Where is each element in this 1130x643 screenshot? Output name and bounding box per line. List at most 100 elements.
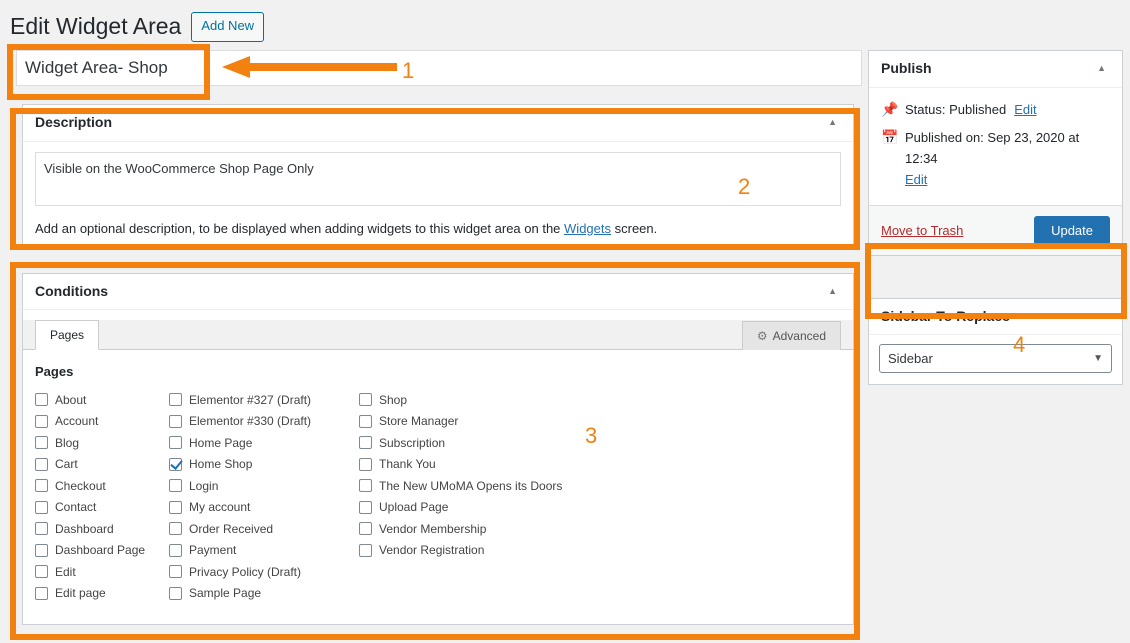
description-collapse-toggle-icon[interactable]: ▲ (824, 116, 841, 129)
description-panel-title: Description (35, 114, 113, 130)
description-panel-body: Visible on the WooCommerce Shop Page Onl… (23, 142, 853, 248)
checkbox[interactable] (169, 414, 182, 428)
list-item[interactable]: Subscription (359, 432, 562, 454)
description-panel: Description ▲ Visible on the WooCommerce… (22, 104, 854, 249)
checkbox[interactable] (359, 479, 372, 493)
list-item[interactable]: Payment (169, 540, 359, 562)
checkbox[interactable] (359, 543, 372, 557)
checkbox[interactable] (35, 565, 48, 579)
main-column: Description ▲ Visible on the WooCommerce… (0, 50, 862, 625)
conditions-tabs: Pages ⚙ Advanced (23, 319, 853, 351)
tab-pages[interactable]: Pages (35, 320, 100, 351)
edit-status-link[interactable]: Edit (1014, 100, 1036, 121)
annotation-number-4: 4 (1013, 332, 1026, 357)
list-item-label: Vendor Registration (379, 543, 485, 558)
sidebar-collapse-toggle-icon[interactable]: ▲ (1093, 310, 1110, 323)
checkbox[interactable] (35, 457, 48, 471)
conditions-panel-body: Pages ⚙ Advanced Pages About Account Blog… (23, 310, 853, 616)
description-textarea[interactable]: Visible on the WooCommerce Shop Page Onl… (35, 151, 841, 206)
list-item[interactable]: Vendor Registration (359, 540, 562, 562)
list-item-label: About (55, 392, 87, 407)
checkbox[interactable] (169, 479, 182, 493)
sidebar-to-replace-header[interactable]: Sidebar To Replace ▲ (869, 299, 1122, 336)
list-item-label: Thank You (379, 457, 436, 472)
edit-date-link[interactable]: Edit (905, 170, 1110, 191)
publish-panel-header[interactable]: Publish ▲ (869, 51, 1122, 88)
title-field-row (16, 50, 862, 86)
checkbox[interactable] (35, 414, 48, 428)
list-item[interactable]: Elementor #330 (Draft) (169, 411, 359, 433)
list-item-label: Checkout (55, 478, 106, 493)
checkbox[interactable] (35, 543, 48, 557)
list-item[interactable]: Dashboard Page (35, 540, 169, 562)
publish-status-text: Status: Published (905, 101, 1007, 117)
list-item-label: Login (189, 478, 219, 493)
list-item[interactable]: Thank You (359, 454, 562, 476)
checkbox[interactable] (359, 393, 372, 407)
list-item[interactable]: Account (35, 411, 169, 433)
conditions-tabs-left: Pages (35, 319, 100, 351)
list-item-label: Cart (55, 457, 78, 472)
checkbox[interactable] (169, 500, 182, 514)
list-item[interactable]: Privacy Policy (Draft) (169, 561, 359, 583)
tab-advanced[interactable]: ⚙ Advanced (741, 321, 841, 351)
checkbox[interactable] (169, 565, 182, 579)
list-item[interactable]: Sample Page (169, 583, 359, 605)
publish-collapse-toggle-icon[interactable]: ▲ (1093, 62, 1110, 75)
list-item[interactable]: Vendor Membership (359, 518, 562, 540)
checkbox[interactable] (169, 393, 182, 407)
conditions-panel-header[interactable]: Conditions ▲ (23, 274, 853, 311)
list-item[interactable]: Home Page (169, 432, 359, 454)
widget-area-title-input[interactable] (16, 50, 862, 86)
sidebar-select[interactable]: Sidebar (879, 344, 1112, 374)
tab-advanced-label: Advanced (772, 329, 826, 344)
list-item[interactable]: Contact (35, 497, 169, 519)
checkbox[interactable] (169, 586, 182, 600)
annotation-number-2: 2 (738, 174, 751, 199)
description-help-text: Add an optional description, to be displ… (35, 221, 841, 236)
update-button[interactable]: Update (1034, 215, 1110, 245)
list-item[interactable]: Edit page (35, 583, 169, 605)
checkbox[interactable] (359, 457, 372, 471)
list-item[interactable]: Edit (35, 561, 169, 583)
checkbox-column-1: About Account Blog Cart Checkout Contact… (35, 389, 169, 604)
checkbox[interactable] (359, 414, 372, 428)
list-item[interactable]: The New UMoMA Opens its Doors (359, 475, 562, 497)
checkbox[interactable] (169, 543, 182, 557)
list-item[interactable]: About (35, 389, 169, 411)
widgets-screen-link[interactable]: Widgets (564, 221, 611, 236)
checkbox[interactable] (35, 479, 48, 493)
list-item[interactable]: Cart (35, 454, 169, 476)
move-to-trash-link[interactable]: Move to Trash (881, 223, 963, 238)
checkbox[interactable] (35, 522, 48, 536)
add-new-button[interactable]: Add New (191, 12, 265, 42)
list-item[interactable]: Home Shop (169, 454, 359, 476)
annotation-arrow-1 (222, 56, 397, 78)
checkbox[interactable] (169, 436, 182, 450)
description-panel-header[interactable]: Description ▲ (23, 105, 853, 142)
conditions-collapse-toggle-icon[interactable]: ▲ (824, 285, 841, 298)
list-item[interactable]: Order Received (169, 518, 359, 540)
list-item[interactable]: Upload Page (359, 497, 562, 519)
list-item[interactable]: Login (169, 475, 359, 497)
checkbox[interactable] (35, 586, 48, 600)
list-item[interactable]: Blog (35, 432, 169, 454)
checkbox-home-shop[interactable] (169, 457, 182, 471)
checkbox[interactable] (35, 436, 48, 450)
checkbox[interactable] (169, 522, 182, 536)
list-item[interactable]: Dashboard (35, 518, 169, 540)
checkbox[interactable] (35, 393, 48, 407)
list-item[interactable]: Store Manager (359, 411, 562, 433)
list-item[interactable]: My account (169, 497, 359, 519)
list-item[interactable]: Elementor #327 (Draft) (169, 389, 359, 411)
pages-checkbox-grid: About Account Blog Cart Checkout Contact… (35, 389, 841, 604)
checkbox[interactable] (359, 522, 372, 536)
list-item-label: Edit (55, 564, 76, 579)
list-item-label: Elementor #327 (Draft) (189, 392, 312, 407)
checkbox[interactable] (35, 500, 48, 514)
list-item[interactable]: Shop (359, 389, 562, 411)
checkbox[interactable] (359, 500, 372, 514)
checkbox[interactable] (359, 436, 372, 450)
sidebar-to-replace-body: Sidebar ▼ (869, 335, 1122, 384)
list-item[interactable]: Checkout (35, 475, 169, 497)
